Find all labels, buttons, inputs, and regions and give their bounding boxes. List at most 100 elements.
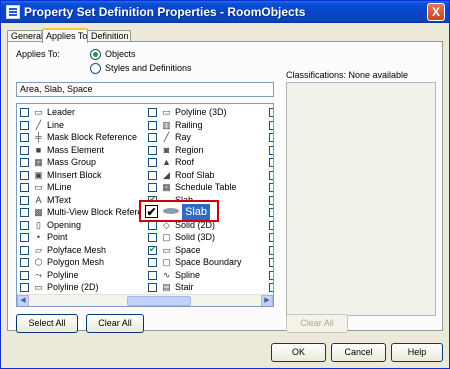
object-checkbox[interactable] xyxy=(269,270,273,280)
schedule-table-icon: ▦ xyxy=(162,182,171,192)
object-checkbox[interactable] xyxy=(20,195,29,205)
mline-icon: ▭ xyxy=(34,182,43,192)
help-button[interactable]: Help xyxy=(391,343,443,362)
object-checkbox[interactable] xyxy=(20,108,29,117)
object-checkbox[interactable] xyxy=(148,133,157,142)
ray-icon: ╱ xyxy=(163,132,170,142)
classifications-list[interactable] xyxy=(286,82,436,316)
object-label: Mass Group xyxy=(47,157,97,167)
space-icon: ▭ xyxy=(162,244,171,255)
object-checkbox[interactable] xyxy=(269,120,273,130)
object-checkbox[interactable] xyxy=(20,245,29,255)
object-checkbox[interactable] xyxy=(20,283,29,292)
object-checkbox[interactable] xyxy=(269,158,273,167)
object-checkbox[interactable] xyxy=(269,170,273,180)
object-label: Mass Element xyxy=(47,144,105,155)
object-label: Point xyxy=(47,232,68,242)
mass-group-icon: ▦ xyxy=(34,157,43,167)
slab-callout[interactable]: ✔ Slab xyxy=(139,200,219,222)
object-label: Stair xyxy=(175,282,194,292)
slab-callout-checkbox[interactable]: ✔ xyxy=(145,205,158,218)
object-checkbox[interactable] xyxy=(148,170,157,180)
space-boundary-icon: ▢ xyxy=(162,257,171,267)
window-title: Property Set Definition Properties - Roo… xyxy=(24,5,306,19)
scroll-left-icon[interactable]: ◀ xyxy=(17,295,29,306)
object-checkbox[interactable] xyxy=(148,233,157,242)
object-label: Space Boundary xyxy=(175,257,242,267)
cancel-button[interactable]: Cancel xyxy=(331,343,386,362)
object-checkbox[interactable] xyxy=(148,120,157,130)
object-checkbox[interactable] xyxy=(20,183,29,192)
object-checkbox[interactable] xyxy=(20,270,29,280)
object-label: Opening xyxy=(47,219,82,230)
mass-element-icon: ■ xyxy=(35,144,42,155)
solid-3d-icon: ▢ xyxy=(162,232,171,242)
scroll-thumb[interactable] xyxy=(127,296,191,306)
tab-applies-to[interactable]: Applies To xyxy=(42,28,88,43)
slab-icon xyxy=(163,208,179,214)
object-label: Mask Block Reference xyxy=(47,132,138,142)
clear-all-button[interactable]: Clear All xyxy=(86,314,144,333)
close-button[interactable]: X xyxy=(427,3,445,21)
select-all-button[interactable]: Select All xyxy=(16,314,78,333)
clear-all-classifications-button[interactable]: Clear All xyxy=(286,314,348,333)
object-label: MInsert Block xyxy=(47,169,102,180)
object-checkbox[interactable] xyxy=(20,145,29,155)
ok-button[interactable]: OK xyxy=(271,343,326,362)
object-label: Polyline (2D) xyxy=(47,282,99,292)
applies-to-label: Applies To: xyxy=(16,49,60,59)
object-checkbox[interactable] xyxy=(269,133,273,142)
object-checkbox[interactable] xyxy=(269,145,273,155)
object-checkbox[interactable] xyxy=(148,283,157,292)
mtext-icon: A xyxy=(35,194,42,205)
object-checkbox[interactable] xyxy=(20,120,29,130)
object-checkbox[interactable] xyxy=(148,258,157,267)
object-checkbox[interactable] xyxy=(20,233,29,242)
slab-callout-label: Slab xyxy=(182,204,211,220)
object-checkbox[interactable] xyxy=(269,108,273,117)
mask-block-icon: ╪ xyxy=(35,132,42,142)
object-label: Railing xyxy=(175,119,203,130)
object-checkbox[interactable] xyxy=(148,183,157,192)
object-checkbox[interactable] xyxy=(20,170,29,180)
object-label: Spline xyxy=(175,269,201,280)
title-bar[interactable]: Property Set Definition Properties - Roo… xyxy=(1,1,449,23)
object-checkbox[interactable] xyxy=(148,270,157,280)
object-label: Polyline (3D) xyxy=(175,107,227,117)
object-checkbox[interactable] xyxy=(148,145,157,155)
objects-radio[interactable] xyxy=(90,49,101,60)
object-checkbox[interactable] xyxy=(20,133,29,142)
object-label: Line xyxy=(47,119,65,130)
spline-icon: ∿ xyxy=(162,269,171,280)
object-checkbox[interactable] xyxy=(148,108,157,117)
object-label: Leader xyxy=(47,107,76,117)
object-checkbox[interactable] xyxy=(20,158,29,167)
object-label: Space xyxy=(175,244,201,255)
polyline-icon: ⤳ xyxy=(34,269,43,280)
dialog-window: Property Set Definition Properties - Roo… xyxy=(0,0,450,369)
object-checkbox[interactable] xyxy=(269,183,273,192)
opening-icon: ▯ xyxy=(36,219,41,230)
object-checkbox[interactable] xyxy=(269,195,273,205)
object-checkbox[interactable] xyxy=(148,244,157,255)
styles-radio[interactable] xyxy=(90,63,101,74)
object-label: Roof xyxy=(175,157,195,167)
object-checkbox[interactable] xyxy=(20,258,29,267)
object-checkbox[interactable] xyxy=(269,283,273,292)
point-icon: • xyxy=(36,232,41,242)
object-checkbox[interactable] xyxy=(20,220,29,230)
object-checkbox[interactable] xyxy=(269,220,273,230)
horizontal-scrollbar[interactable]: ◀ ▶ xyxy=(17,294,273,306)
objects-radio-label[interactable]: Objects xyxy=(105,49,136,59)
object-label: MText xyxy=(47,194,72,205)
object-checkbox[interactable] xyxy=(20,208,29,217)
object-checkbox[interactable] xyxy=(269,245,273,255)
dialog-icon xyxy=(6,5,20,19)
object-checkbox[interactable] xyxy=(148,158,157,167)
styles-radio-label[interactable]: Styles and Definitions xyxy=(105,63,192,73)
object-label: Ray xyxy=(175,132,192,142)
object-checkbox[interactable] xyxy=(269,208,273,217)
scroll-right-icon[interactable]: ▶ xyxy=(261,295,273,306)
object-checkbox[interactable] xyxy=(269,233,273,242)
object-checkbox[interactable] xyxy=(269,258,273,267)
